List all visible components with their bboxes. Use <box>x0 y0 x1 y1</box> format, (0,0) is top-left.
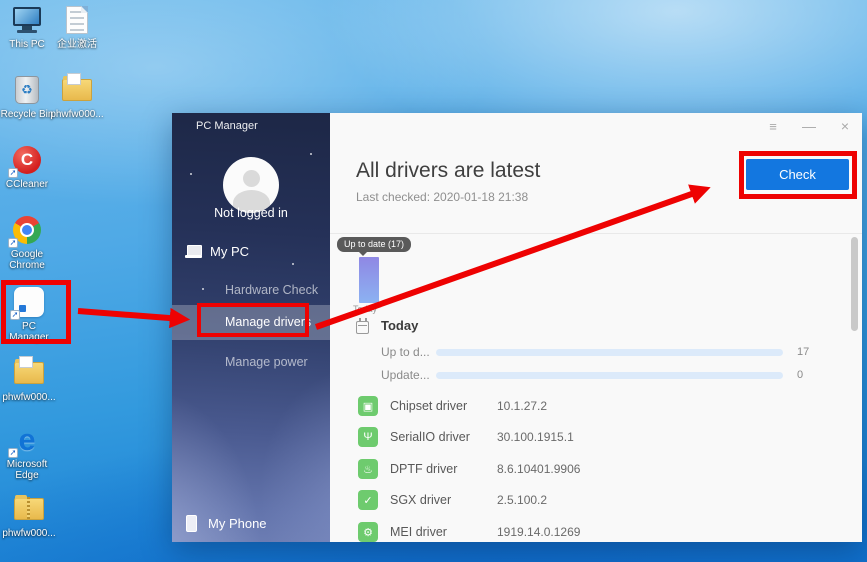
section-title-today: Today <box>381 318 418 333</box>
recycle-bin-icon: ♻ <box>9 73 45 107</box>
sidebar-item-hardware-check[interactable]: Hardware Check <box>172 278 330 302</box>
desktop-icon-this-pc[interactable]: This PC <box>0 3 54 50</box>
edge-icon: e ➚ <box>9 423 45 457</box>
shortcut-arrow-icon: ➚ <box>8 168 18 178</box>
sidebar-item-my-pc[interactable]: My PC <box>172 239 330 263</box>
folder-icon <box>11 356 47 390</box>
nav-label: Manage power <box>225 355 308 369</box>
check-button[interactable]: Check <box>746 159 849 190</box>
driver-version: 8.6.10401.9906 <box>497 462 580 476</box>
sidebar-item-my-phone[interactable]: My Phone <box>172 511 330 535</box>
stat-bar <box>436 349 783 356</box>
mei-driver-icon: ⚙ <box>358 522 378 542</box>
desktop-icon-label: Microsoft Edge <box>0 459 54 481</box>
menu-icon[interactable]: ≡ <box>764 117 782 135</box>
desktop-icon-label: phwfw000... <box>2 528 55 539</box>
desktop-icon-recycle-bin[interactable]: ♻ Recycle Bin <box>0 73 54 120</box>
driver-version: 1919.14.0.1269 <box>497 525 580 539</box>
star-dot <box>190 173 192 175</box>
desktop-icon-label: CCleaner <box>6 179 48 190</box>
avatar[interactable] <box>223 157 279 213</box>
sgx-driver-icon: ✓ <box>358 490 378 510</box>
sidebar: PC Manager Not logged in My PC Hardware … <box>172 113 330 542</box>
stat-label: Up to d... <box>381 345 430 359</box>
desktop-icon-label: 企业激活 <box>57 39 97 50</box>
minimize-icon[interactable]: — <box>800 117 818 135</box>
calendar-icon <box>356 321 369 334</box>
stat-row-update: Update... 0 <box>330 367 862 383</box>
desktop-icon-folder-2[interactable]: phwfw000... <box>2 356 56 403</box>
desktop-icon-edge[interactable]: e ➚ Microsoft Edge <box>0 423 54 481</box>
sidebar-item-manage-power[interactable]: Manage power <box>172 350 330 374</box>
desktop-icon-ccleaner[interactable]: C ➚ CCleaner <box>0 143 54 190</box>
desktop-icon-label: phwfw000... <box>2 392 55 403</box>
shortcut-arrow-icon: ➚ <box>8 448 18 458</box>
folder-icon <box>59 73 95 107</box>
serialio-driver-icon: Ψ <box>358 427 378 447</box>
desktop-icon-pc-manager[interactable]: ➚ PC Manager <box>2 285 56 343</box>
desktop-icon-zip[interactable]: phwfw000... <box>2 492 56 539</box>
shortcut-arrow-icon: ➚ <box>10 310 20 320</box>
app-title: PC Manager <box>196 120 258 132</box>
stat-value: 17 <box>797 346 809 358</box>
phone-icon <box>186 515 197 532</box>
desktop-icon-label: Google Chrome <box>0 249 54 271</box>
driver-name: SerialIO driver <box>390 430 470 444</box>
driver-version: 10.1.27.2 <box>497 399 547 413</box>
chrome-icon: ➚ <box>9 213 45 247</box>
chart-bar-today[interactable] <box>359 257 379 303</box>
driver-name: MEI driver <box>390 525 447 539</box>
driver-version: 30.100.1915.1 <box>497 430 574 444</box>
stat-bar <box>436 372 783 379</box>
driver-name: SGX driver <box>390 493 451 507</box>
up-to-date-tooltip: Up to date (17) <box>337 237 411 252</box>
desktop-icon-folder-1[interactable]: phwfw000... <box>50 73 104 120</box>
shortcut-arrow-icon: ➚ <box>8 238 18 248</box>
desktop-icon-label: PC Manager <box>2 321 56 343</box>
pc-manager-icon: ➚ <box>11 285 47 319</box>
driver-name: Chipset driver <box>390 399 467 413</box>
chipset-driver-icon: ▣ <box>358 396 378 416</box>
driver-row-chipset[interactable]: ▣ Chipset driver 10.1.27.2 <box>330 391 862 422</box>
login-status[interactable]: Not logged in <box>172 206 330 220</box>
driver-row-serialio[interactable]: Ψ SerialIO driver 30.100.1915.1 <box>330 422 862 453</box>
ccleaner-icon: C ➚ <box>9 143 45 177</box>
this-pc-icon <box>9 3 45 37</box>
driver-row-mei[interactable]: ⚙ MEI driver 1919.14.0.1269 <box>330 517 862 548</box>
chart-bar-label: Today <box>353 304 377 314</box>
titlebar-controls: ≡ — × <box>764 117 854 135</box>
dptf-driver-icon: ♨ <box>358 459 378 479</box>
close-icon[interactable]: × <box>836 117 854 135</box>
driver-row-dptf[interactable]: ♨ DPTF driver 8.6.10401.9906 <box>330 454 862 485</box>
star-dot <box>310 153 312 155</box>
scrollbar-thumb[interactable] <box>851 237 858 331</box>
driver-version: 2.5.100.2 <box>497 493 547 507</box>
nav-label: My Phone <box>208 516 267 531</box>
laptop-icon <box>185 245 202 258</box>
nav-label: Manage drivers <box>225 315 311 329</box>
nav-label: Hardware Check <box>225 283 318 297</box>
header-divider <box>330 233 862 234</box>
content-pane: ≡ — × All drivers are latest Last checke… <box>330 113 862 542</box>
last-checked-text: Last checked: 2020-01-18 21:38 <box>356 190 528 204</box>
pc-manager-window: PC Manager Not logged in My PC Hardware … <box>172 113 862 542</box>
nav-label: My PC <box>210 244 249 259</box>
desktop-icon-chrome[interactable]: ➚ Google Chrome <box>0 213 54 271</box>
driver-row-sgx[interactable]: ✓ SGX driver 2.5.100.2 <box>330 485 862 516</box>
desktop-icon-label: phwfw000... <box>50 109 103 120</box>
zip-folder-icon <box>11 492 47 526</box>
page-title: All drivers are latest <box>356 159 540 183</box>
desktop-icon-label: This PC <box>9 39 45 50</box>
stat-label: Update... <box>381 368 430 382</box>
sidebar-item-manage-drivers[interactable]: Manage drivers <box>172 310 330 334</box>
star-dot <box>292 263 294 265</box>
desktop-icon-document[interactable]: 企业激活 <box>50 3 104 50</box>
desktop-icon-label: Recycle Bin <box>1 109 54 120</box>
stat-row-up-to-date: Up to d... 17 <box>330 344 862 360</box>
document-icon <box>59 3 95 37</box>
stat-value: 0 <box>797 369 803 381</box>
driver-name: DPTF driver <box>390 462 457 476</box>
